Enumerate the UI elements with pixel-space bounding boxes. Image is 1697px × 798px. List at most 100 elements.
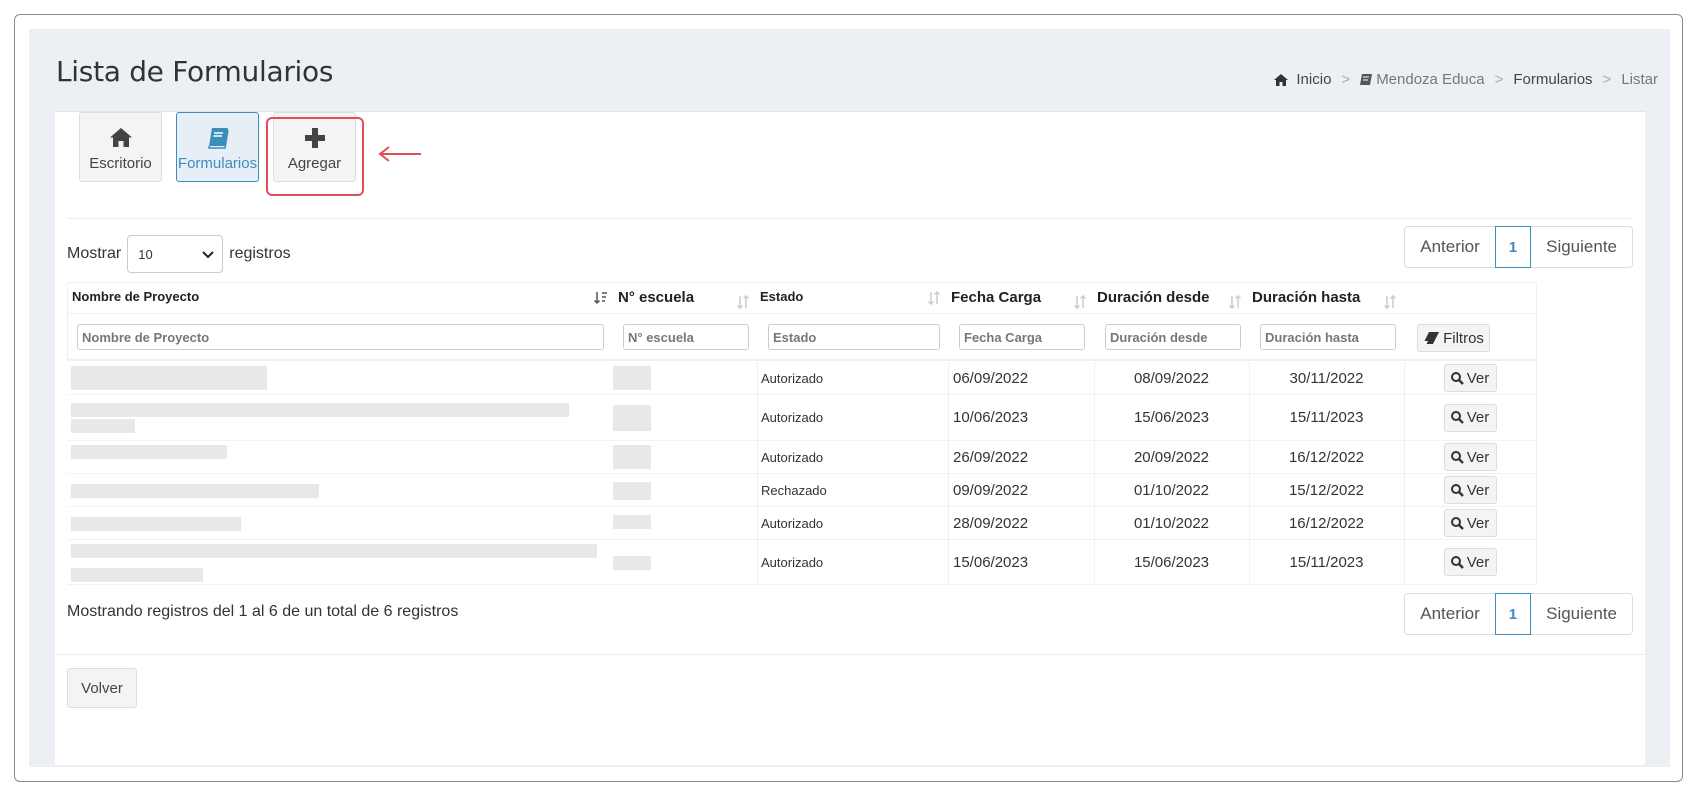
length-suffix: registros xyxy=(229,245,291,262)
cell-hasta: 15/11/2023 xyxy=(1289,409,1364,426)
filtros-button[interactable]: Filtros xyxy=(1417,324,1490,352)
escritorio-label: Escritorio xyxy=(89,155,152,172)
ver-label: Ver xyxy=(1466,481,1490,499)
cell-actions: Ver xyxy=(1404,441,1536,473)
table-row: Autorizado 15/06/2023 15/06/2023 15/11/2… xyxy=(67,540,1537,585)
search-icon xyxy=(1450,516,1464,530)
filter-nombre-input[interactable]: Nombre de Proyecto xyxy=(77,324,604,350)
escritorio-button[interactable]: Escritorio xyxy=(79,112,162,182)
pagination-page-1[interactable]: 1 xyxy=(1494,226,1532,268)
col-estado[interactable]: Estado xyxy=(756,283,947,313)
sort-both-icon xyxy=(927,291,941,305)
redacted-school-number xyxy=(613,556,651,570)
table-row: Autorizado 06/09/2022 08/09/2022 30/11/2… xyxy=(67,362,1537,395)
redacted-project-name xyxy=(71,517,241,531)
cell-hasta: 16/12/2022 xyxy=(1288,448,1365,466)
breadcrumb-formularios[interactable]: Formularios xyxy=(1513,71,1592,88)
filter-hasta-input[interactable]: Duración hasta xyxy=(1260,324,1396,350)
table-row: Rechazado 09/09/2022 01/10/2022 15/12/20… xyxy=(67,474,1537,507)
col-hasta-label: Duración hasta xyxy=(1252,289,1361,306)
ver-button[interactable]: Ver xyxy=(1443,548,1497,576)
page-title: Lista de Formularios xyxy=(56,55,334,88)
ver-button[interactable]: Ver xyxy=(1443,509,1497,537)
col-estado-label: Estado xyxy=(760,289,804,304)
cell-hasta: 16/12/2022 xyxy=(1288,514,1365,532)
cell-desde: 01/10/2022 xyxy=(1133,514,1210,532)
col-n-escuela[interactable]: N° escuela xyxy=(614,283,756,313)
col-nombre-label: Nombre de Proyecto xyxy=(72,289,200,304)
filter-row: Nombre de Proyecto N° escuela Estado Fec… xyxy=(67,313,1537,361)
pagination-page-1[interactable]: 1 xyxy=(1494,593,1532,635)
length-control: Mostrar 10 registros xyxy=(67,235,291,273)
redacted-project-name xyxy=(71,403,569,417)
window-frame: Lista de Formularios Inicio > Mendoza Ed… xyxy=(14,14,1683,782)
breadcrumb-separator: > xyxy=(1602,71,1612,88)
table-row: Autorizado 10/06/2023 15/06/2023 15/11/2… xyxy=(67,395,1537,441)
ver-button[interactable]: Ver xyxy=(1443,364,1497,392)
ver-button[interactable]: Ver xyxy=(1443,403,1497,432)
breadcrumb-mendoza-educa[interactable]: Mendoza Educa xyxy=(1376,71,1484,88)
cell-fecha: 09/09/2022 xyxy=(953,481,1029,499)
filter-desde-input[interactable]: Duración desde xyxy=(1105,324,1241,350)
length-select[interactable]: 10 xyxy=(127,235,224,273)
ver-button[interactable]: Ver xyxy=(1443,476,1497,504)
cell-hasta: 15/12/2022 xyxy=(1288,481,1365,499)
sort-both-icon xyxy=(1383,295,1397,309)
redacted-project-name xyxy=(71,445,227,459)
cell-actions: Ver xyxy=(1404,395,1536,440)
col-duracion-hasta[interactable]: Duración hasta xyxy=(1248,283,1403,313)
arrow-left-icon xyxy=(378,146,421,162)
formularios-label: Formularios xyxy=(177,155,258,172)
cell-fecha: 15/06/2023 xyxy=(953,553,1029,571)
pagination-next[interactable]: Siguiente xyxy=(1531,594,1632,634)
cell-estado: Autorizado xyxy=(761,410,824,425)
redacted-school-number xyxy=(613,515,651,529)
redacted-school-number xyxy=(613,405,651,431)
chevron-down-icon xyxy=(202,251,214,259)
sort-desc-icon xyxy=(594,292,607,305)
length-prefix: Mostrar xyxy=(67,245,122,262)
cell-fecha: 26/09/2022 xyxy=(953,448,1029,466)
main-box: Escritorio Formularios Agregar Mostrar 1… xyxy=(55,111,1645,765)
ver-button[interactable]: Ver xyxy=(1443,443,1497,471)
home-icon xyxy=(109,128,132,147)
cell-desde: 08/09/2022 xyxy=(1133,369,1210,387)
sort-both-icon xyxy=(1073,295,1087,309)
col-desde-label: Duración desde xyxy=(1097,289,1210,306)
col-fecha-label: Fecha Carga xyxy=(951,289,1042,306)
cell-fecha: 10/06/2023 xyxy=(953,409,1029,426)
cell-hasta: 15/11/2023 xyxy=(1289,553,1364,571)
redacted-project-name xyxy=(71,419,135,433)
footer-divider xyxy=(55,654,1645,655)
pagination-prev[interactable]: Anterior xyxy=(1405,227,1495,267)
volver-button[interactable]: Volver xyxy=(67,668,137,708)
formularios-button[interactable]: Formularios xyxy=(176,112,259,182)
col-fecha-carga[interactable]: Fecha Carga xyxy=(947,283,1093,313)
search-icon xyxy=(1450,450,1464,464)
cell-actions: Ver xyxy=(1404,474,1536,506)
home-icon xyxy=(1274,73,1289,86)
ver-label: Ver xyxy=(1466,409,1490,426)
cell-desde: 15/06/2023 xyxy=(1133,409,1210,426)
redacted-school-number xyxy=(613,366,651,390)
table-header: Nombre de Proyecto N° escuela Estado Fec… xyxy=(67,282,1537,314)
pagination-prev[interactable]: Anterior xyxy=(1405,594,1495,634)
redacted-project-name xyxy=(71,544,597,558)
filter-estado-input[interactable]: Estado xyxy=(768,324,940,350)
redacted-project-name xyxy=(71,366,267,390)
cell-actions: Ver xyxy=(1404,362,1536,394)
search-icon xyxy=(1450,483,1464,497)
divider xyxy=(67,218,1633,219)
ver-label: Ver xyxy=(1466,514,1490,532)
breadcrumb-listar: Listar xyxy=(1621,71,1658,88)
filter-fecha-input[interactable]: Fecha Carga xyxy=(959,324,1085,350)
pagination-next[interactable]: Siguiente xyxy=(1531,227,1632,267)
filter-escuela-input[interactable]: N° escuela xyxy=(623,324,749,350)
col-nombre-proyecto[interactable]: Nombre de Proyecto xyxy=(68,283,614,313)
breadcrumb-inicio[interactable]: Inicio xyxy=(1296,71,1331,88)
content-wrapper: Lista de Formularios Inicio > Mendoza Ed… xyxy=(29,29,1670,767)
col-duracion-desde[interactable]: Duración desde xyxy=(1093,283,1248,313)
breadcrumb-separator: > xyxy=(1341,71,1351,88)
highlight-box xyxy=(266,117,364,196)
filtros-label: Filtros xyxy=(1443,329,1484,347)
